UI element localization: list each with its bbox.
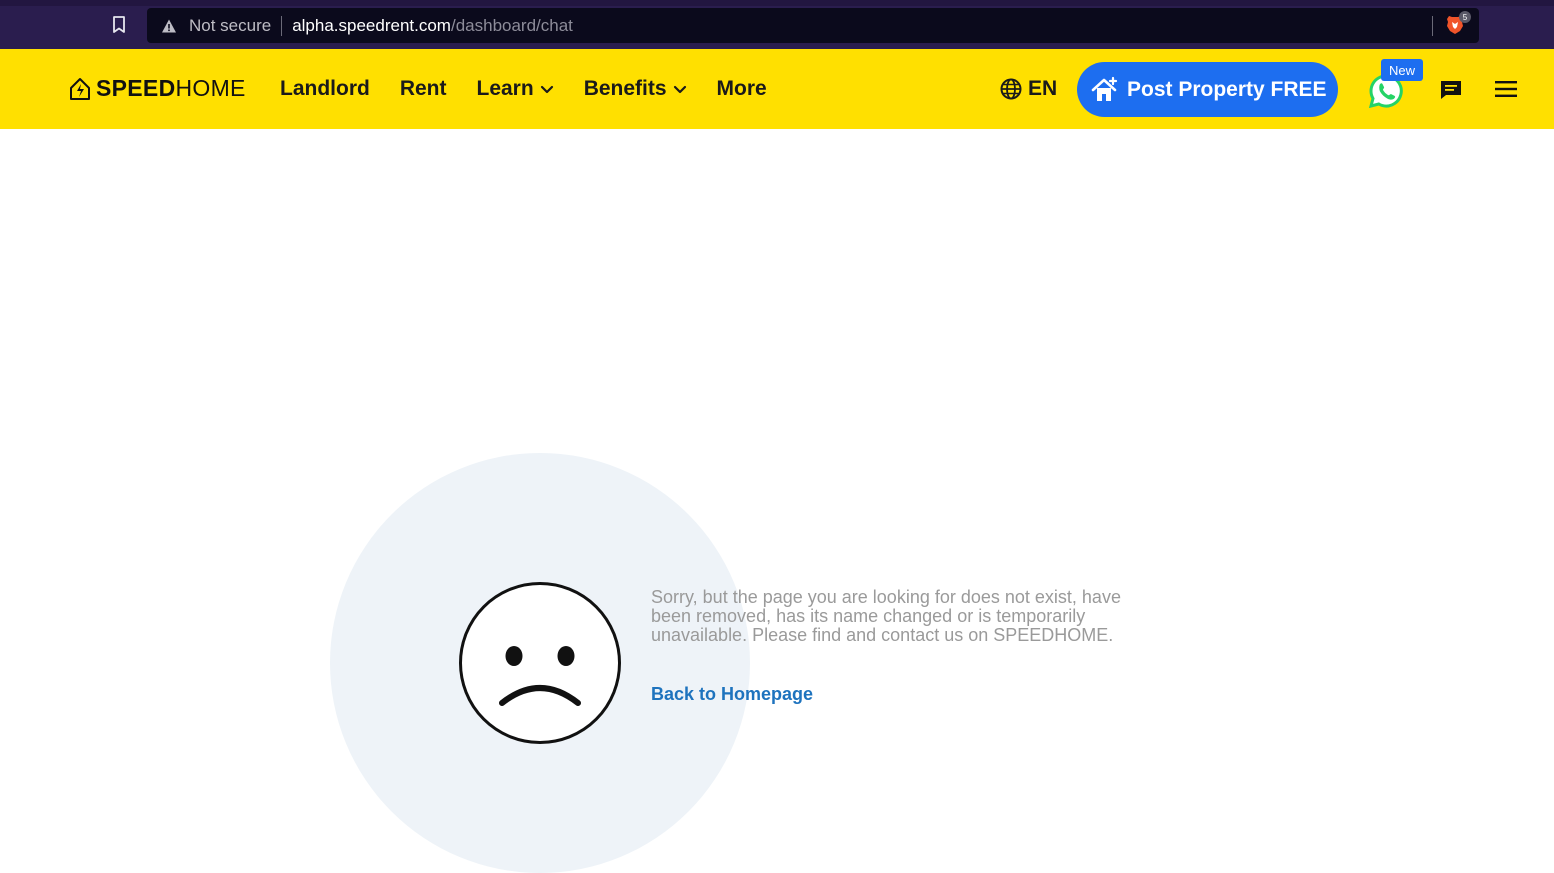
speedhome-logo[interactable]: SPEED HOME [68,75,246,102]
nav-landlord-label: Landlord [280,77,370,100]
nav-rent-label: Rent [399,77,447,100]
hamburger-menu-icon[interactable] [1495,81,1517,97]
nav-more-label: More [716,77,767,100]
sad-face-icon [459,582,621,744]
url-host: alpha.speedrent.com [292,15,451,35]
site-header: SPEED HOME Landlord Rent Learn Benefits M… [0,49,1554,129]
chevron-down-icon [673,85,686,94]
logo-text-home: HOME [175,75,246,101]
error-message: Sorry, but the page you are looking for … [651,587,1121,645]
warning-icon [161,18,177,34]
back-to-homepage-link[interactable]: Back to Homepage [651,684,813,705]
nav-more[interactable]: More [717,77,767,101]
bookmark-icon[interactable] [108,14,130,36]
house-plus-icon [1091,76,1118,101]
nav-rent[interactable]: Rent [400,77,447,101]
url-path: /dashboard/chat [450,15,573,35]
not-secure-label: Not secure [189,15,272,35]
chat-icon[interactable] [1439,79,1463,101]
globe-icon [1000,78,1022,100]
language-selector[interactable]: EN [1000,77,1057,101]
browser-tab-strip [0,0,1554,6]
post-property-button[interactable]: Post Property FREE [1077,62,1338,117]
logo-text-speed: SPEED [96,75,176,101]
address-right-divider [1432,16,1433,36]
address-bar[interactable]: Not secure alpha.speedrent.com/dashboard… [147,8,1479,43]
post-property-label: Post Property FREE [1127,77,1327,101]
browser-toolbar: Not secure alpha.speedrent.com/dashboard… [0,0,1554,49]
new-badge: New [1381,59,1423,81]
shield-badge: 5 [1459,11,1471,23]
nav-learn[interactable]: Learn [477,77,554,101]
main-nav: Landlord Rent Learn Benefits More [280,49,797,129]
nav-benefits[interactable]: Benefits [584,77,687,101]
language-label: EN [1028,77,1058,100]
chevron-down-icon [540,85,553,94]
nav-learn-label: Learn [476,77,534,100]
nav-benefits-label: Benefits [583,77,667,100]
nav-landlord[interactable]: Landlord [280,77,370,101]
logo-house-icon [68,76,92,102]
address-divider [281,15,283,36]
